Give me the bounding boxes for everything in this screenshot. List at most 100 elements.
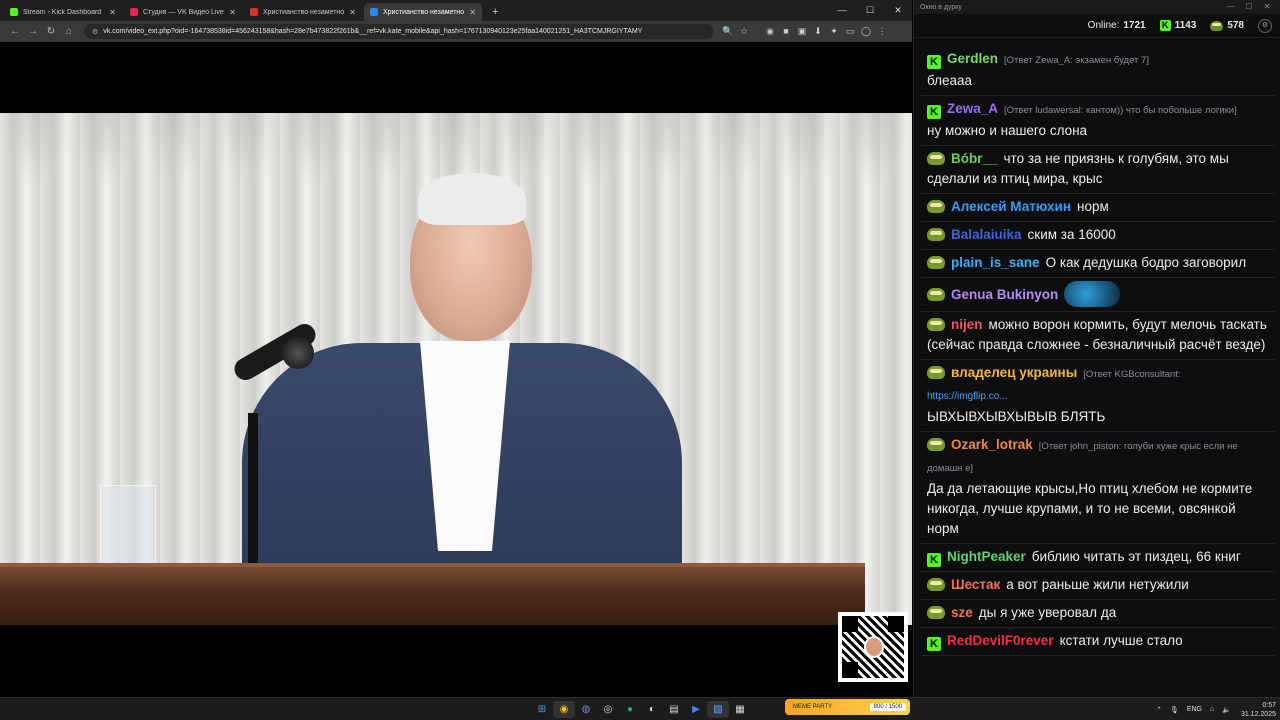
chat-reply-reference: [Ответ Zewa_A: экзамен будет 7]	[1004, 55, 1149, 66]
clock-time: 0:57	[1262, 701, 1276, 709]
chat-message-text: библию читать эт пиздец, 66 книг	[1031, 549, 1241, 564]
chat-username[interactable]: sze	[951, 605, 973, 620]
chat-message-text: ЫВХЫВХЫВХЫВЫВ БЛЯТЬ	[927, 409, 1106, 424]
extensions-puzzle-icon[interactable]: ✦	[826, 26, 842, 37]
zoom-icon[interactable]: 🔍	[720, 26, 736, 37]
start-windows-icon[interactable]: ⊞	[531, 701, 553, 718]
extension-icon[interactable]: ▣	[794, 26, 810, 37]
tray-overflow-icon[interactable]: ⌃	[1156, 706, 1162, 714]
home-icon[interactable]: ⌂	[60, 26, 78, 37]
chat-username[interactable]: Genua Bukinyon	[951, 287, 1058, 302]
taskbar-apps: ⊞ ◉ ◍ ◎ ● ◐ ▤ ▶ ▧ ▦	[531, 701, 751, 718]
chat-link[interactable]: https://imgflip.co...	[927, 391, 1008, 402]
chat-message[interactable]: Genua Bukinyon	[921, 278, 1275, 312]
kick-badge-icon: K	[927, 105, 941, 119]
chat-reply-reference: [Ответ KGBconsultant:	[1083, 369, 1181, 380]
chat-maximize-button[interactable]: ☐	[1240, 0, 1258, 14]
chat-message[interactable]: владелец украины [Ответ KGBconsultant: htt…	[921, 360, 1275, 432]
chat-message[interactable]: Ozark_lotrak [Ответ john_piston: голуби х…	[921, 432, 1275, 544]
chat-message[interactable]: K Zewa_A [Ответ ludawersal: кантом)) что б…	[921, 96, 1275, 146]
downloads-icon[interactable]: ⬇	[810, 26, 826, 37]
chat-username[interactable]: владелец украины	[951, 365, 1077, 380]
minimize-button[interactable]: —	[828, 0, 856, 21]
chat-stats-bar: Online: 1721 K 1143 578 ⚙	[914, 14, 1280, 38]
new-tab-button[interactable]: +	[484, 3, 506, 21]
chat-message[interactable]: Balalaiuika ским за 16000	[921, 222, 1275, 250]
settings-icon[interactable]: ⚙	[1258, 18, 1272, 33]
chat-message[interactable]: sze ды я уже уверовал да	[921, 600, 1275, 628]
vk-badge-icon	[927, 578, 945, 591]
screen: Stream - Kick Dashboard ✕ Студия — VK Виде…	[0, 0, 1280, 720]
chat-username[interactable]: Balalaiuika	[951, 227, 1022, 242]
chat-username[interactable]: Шестак	[951, 577, 1000, 592]
menu-kebab-icon[interactable]: ⋮	[874, 26, 890, 37]
browser-tab[interactable]: Студия — VK Видео Live ✕	[124, 3, 242, 21]
chat-message[interactable]: K Gerdlen [Ответ Zewa_A: экзамен будет 7] б…	[921, 46, 1275, 96]
app-icon[interactable]: ▧	[707, 701, 729, 718]
chat-minimize-button[interactable]: —	[1222, 0, 1240, 14]
clock[interactable]: 0:57 31.12.2025	[1241, 701, 1276, 719]
online-label: Online:	[1087, 20, 1120, 31]
kick-badge-icon: K	[927, 553, 941, 567]
close-window-button[interactable]: ✕	[884, 0, 912, 21]
chat-message[interactable]: Шестак а вот раньше жили нетужили	[921, 572, 1275, 600]
chat-message[interactable]: nijen можно ворон кормить, будут мелочь т…	[921, 312, 1275, 360]
chat-username[interactable]: Bóbr__	[951, 151, 998, 166]
tab-close-icon[interactable]: ✕	[349, 8, 356, 17]
browser-window: Stream - Kick Dashboard ✕ Студия — VK Виде…	[0, 0, 912, 697]
chat-username[interactable]: Ozark_lotrak	[951, 437, 1033, 452]
mic-tray-icon[interactable]: 🎙	[1170, 706, 1179, 714]
mic-stand	[248, 413, 258, 563]
window-controls: — ☐ ✕	[828, 0, 912, 21]
chat-message-list[interactable]: K Gerdlen [Ответ Zewa_A: экзамен будет 7] б…	[921, 46, 1275, 688]
chat-message[interactable]: K RedDevilF0rever кстати лучше стало	[921, 628, 1275, 656]
video-frame[interactable]	[0, 113, 912, 625]
chat-message[interactable]: Алексей Матюхин норм	[921, 194, 1275, 222]
meme-party-widget[interactable]: MEME PARTY 800 / 1500	[785, 699, 910, 715]
extension-icon[interactable]: ■	[778, 26, 794, 37]
chat-message[interactable]: Bóbr__ что за не приязнь к голубям, это м…	[921, 146, 1275, 194]
vk-badge-icon	[927, 228, 945, 241]
chat-username[interactable]: Zewa_A	[947, 101, 998, 116]
tab-bar: Stream - Kick Dashboard ✕ Студия — VK Виде…	[0, 0, 912, 21]
chat-username[interactable]: NightPeaker	[947, 549, 1026, 564]
browser-tab[interactable]: Христианство незаметно у ✕	[364, 3, 482, 21]
chat-username[interactable]: Gerdlen	[947, 51, 998, 66]
sidebar-icon[interactable]: ▭	[842, 26, 858, 37]
browser-tab[interactable]: Христианство незаметно уходит ✕	[244, 3, 362, 21]
url-bar[interactable]: ⚙ vk.com/video_ext.php?oid=-164738538id=…	[84, 24, 714, 39]
video-player[interactable]	[0, 42, 912, 697]
browser-tab[interactable]: Stream - Kick Dashboard ✕	[4, 3, 122, 21]
back-icon[interactable]: ←	[6, 26, 24, 37]
chat-close-button[interactable]: ✕	[1258, 0, 1276, 14]
app-icon[interactable]: ▤	[663, 701, 685, 718]
site-info-icon[interactable]: ⚙	[92, 28, 98, 36]
network-icon[interactable]: ⌂	[1210, 706, 1214, 713]
steam-icon[interactable]: ◎	[597, 701, 619, 718]
spotify-icon[interactable]: ●	[619, 701, 641, 718]
forward-icon[interactable]: →	[24, 26, 42, 37]
language-indicator[interactable]: ENG	[1187, 706, 1202, 713]
chat-username[interactable]: plain_is_sane	[951, 255, 1040, 270]
chrome-icon[interactable]: ◉	[553, 701, 575, 718]
media-player-icon[interactable]: ▶	[685, 701, 707, 718]
tab-close-icon[interactable]: ✕	[469, 8, 476, 17]
chat-message-text: О как дедушка бодро заговорил	[1045, 255, 1247, 270]
chat-message[interactable]: K NightPeaker библию читать эт пиздец, 66 …	[921, 544, 1275, 572]
vk-badge-icon	[927, 318, 945, 331]
chat-message[interactable]: plain_is_sane О как дедушка бодро заговор…	[921, 250, 1275, 278]
extension-icon[interactable]: ◉	[762, 26, 778, 37]
chat-username[interactable]: RedDevilF0rever	[947, 633, 1054, 648]
tab-close-icon[interactable]: ✕	[229, 8, 236, 17]
maximize-button[interactable]: ☐	[856, 0, 884, 21]
chat-username[interactable]: nijen	[951, 317, 983, 332]
obs-icon[interactable]: ◐	[641, 701, 663, 718]
tab-close-icon[interactable]: ✕	[109, 8, 116, 17]
discord-icon[interactable]: ◍	[575, 701, 597, 718]
reload-icon[interactable]: ↻	[42, 26, 60, 37]
chat-username[interactable]: Алексей Матюхин	[951, 199, 1071, 214]
volume-icon[interactable]: 🔈	[1222, 706, 1231, 714]
bookmark-star-icon[interactable]: ☆	[736, 26, 752, 37]
app-icon[interactable]: ▦	[729, 701, 751, 718]
profile-icon[interactable]: ◯	[858, 26, 874, 37]
